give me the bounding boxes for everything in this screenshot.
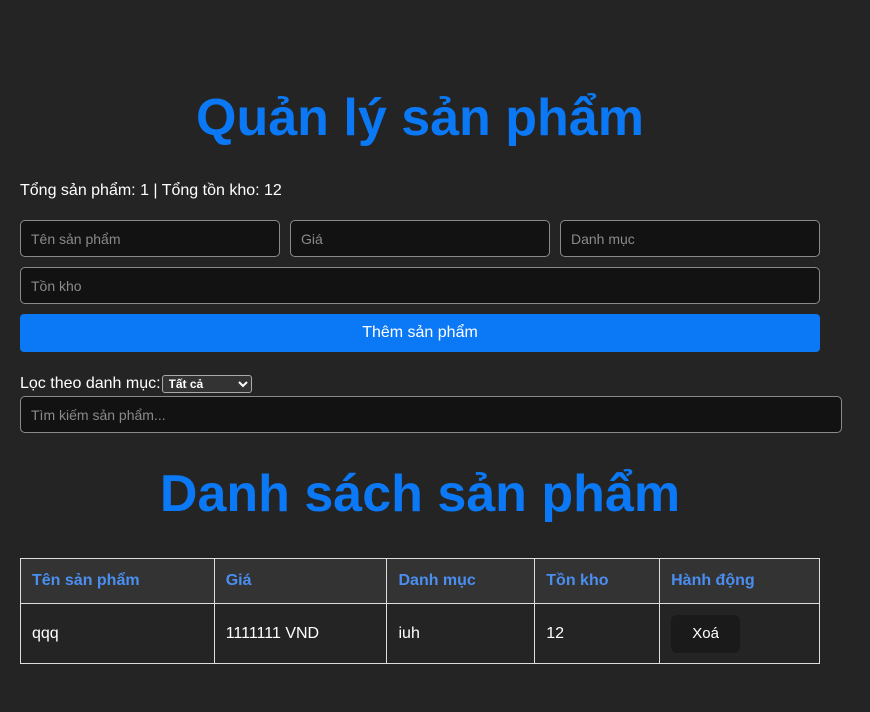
table-header-row: Tên sản phẩm Giá Danh mục Tồn kho Hành đ… bbox=[20, 558, 820, 604]
table-row: qqq 1111111 VND iuh 12 Xoá bbox=[20, 603, 820, 664]
add-product-button[interactable]: Thêm sản phẩm bbox=[20, 314, 820, 352]
page-title: Quản lý sản phẩm bbox=[196, 89, 644, 147]
column-header-name: Tên sản phẩm bbox=[20, 558, 215, 604]
product-manager-page: Quản lý sản phẩm Tổng sản phẩm: 1 | Tổng… bbox=[0, 0, 870, 712]
product-list-title: Danh sách sản phẩm bbox=[159, 465, 681, 523]
stock-input[interactable] bbox=[20, 267, 820, 304]
product-table: Tên sản phẩm Giá Danh mục Tồn kho Hành đ… bbox=[20, 558, 820, 664]
column-header-price: Giá bbox=[213, 558, 388, 604]
cell-product-name: qqq bbox=[20, 603, 215, 664]
product-name-input[interactable] bbox=[20, 220, 280, 257]
category-filter: Lọc theo danh mục: Tất cả bbox=[20, 374, 252, 394]
column-header-stock: Tồn kho bbox=[534, 558, 661, 604]
inventory-summary: Tổng sản phẩm: 1 | Tổng tồn kho: 12 bbox=[20, 182, 282, 199]
column-header-action: Hành động bbox=[659, 558, 820, 604]
category-input[interactable] bbox=[560, 220, 820, 257]
cell-action: Xoá bbox=[659, 603, 820, 664]
cell-price: 1111111 VND bbox=[213, 603, 388, 664]
column-header-category: Danh mục bbox=[386, 558, 536, 604]
category-filter-label: Lọc theo danh mục: bbox=[20, 375, 161, 392]
cell-stock: 12 bbox=[534, 603, 661, 664]
delete-button[interactable]: Xoá bbox=[671, 614, 741, 653]
cell-category: iuh bbox=[386, 603, 536, 664]
search-input[interactable] bbox=[20, 396, 842, 433]
category-filter-select[interactable]: Tất cả bbox=[161, 375, 252, 393]
price-input[interactable] bbox=[290, 220, 550, 257]
